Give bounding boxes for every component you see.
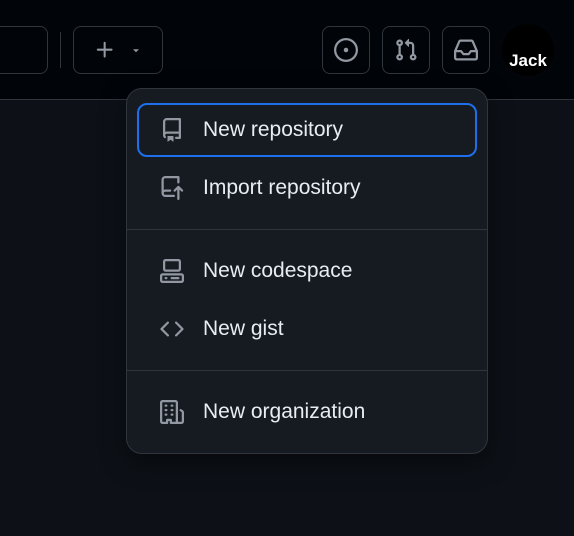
repo-icon bbox=[159, 117, 185, 143]
dropdown-item-label: New codespace bbox=[203, 259, 352, 283]
codespaces-icon bbox=[159, 258, 185, 284]
new-dropdown-menu: New repository Import repository New cod… bbox=[126, 88, 488, 454]
dropdown-group: New organization bbox=[127, 370, 487, 453]
partial-header-button[interactable] bbox=[0, 26, 48, 74]
dropdown-group: New codespace New gist bbox=[127, 229, 487, 370]
dropdown-item-label: New gist bbox=[203, 317, 284, 341]
notifications-button[interactable] bbox=[442, 26, 490, 74]
dropdown-item-label: New organization bbox=[203, 400, 365, 424]
avatar[interactable]: Jack bbox=[502, 24, 554, 76]
import-repository-item[interactable]: Import repository bbox=[137, 161, 477, 215]
plus-icon bbox=[94, 39, 116, 61]
issues-button[interactable] bbox=[322, 26, 370, 74]
new-repository-item[interactable]: New repository bbox=[137, 103, 477, 157]
issue-opened-icon bbox=[334, 38, 358, 62]
dropdown-item-label: Import repository bbox=[203, 176, 361, 200]
avatar-label: Jack bbox=[509, 51, 547, 71]
triangle-down-icon bbox=[130, 44, 142, 56]
git-pull-request-icon bbox=[394, 38, 418, 62]
new-organization-item[interactable]: New organization bbox=[137, 385, 477, 439]
repo-push-icon bbox=[159, 175, 185, 201]
new-gist-item[interactable]: New gist bbox=[137, 302, 477, 356]
new-codespace-item[interactable]: New codespace bbox=[137, 244, 477, 298]
code-icon bbox=[159, 316, 185, 342]
new-button[interactable] bbox=[73, 26, 163, 74]
organization-icon bbox=[159, 399, 185, 425]
pull-requests-button[interactable] bbox=[382, 26, 430, 74]
inbox-icon bbox=[454, 38, 478, 62]
dropdown-item-label: New repository bbox=[203, 118, 343, 142]
dropdown-group: New repository Import repository bbox=[127, 89, 487, 229]
header-divider bbox=[60, 32, 61, 68]
